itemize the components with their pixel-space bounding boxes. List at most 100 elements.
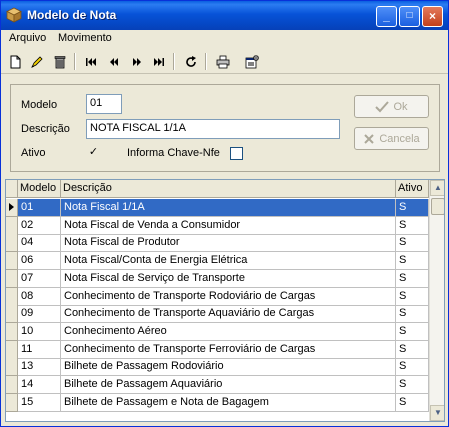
scroll-down-button[interactable]: ▼ bbox=[430, 405, 444, 421]
vertical-scrollbar[interactable]: ▲ ▼ bbox=[429, 180, 444, 421]
cell-descricao[interactable]: Nota Fiscal de Venda a Consumidor bbox=[61, 216, 396, 235]
cell-modelo[interactable]: 10 bbox=[18, 322, 61, 341]
cell-modelo[interactable]: 14 bbox=[18, 376, 61, 394]
descricao-input[interactable]: NOTA FISCAL 1/1A bbox=[86, 119, 340, 139]
table-row[interactable]: 07 Nota Fiscal de Serviço de Transporte S bbox=[6, 269, 429, 288]
cell-modelo[interactable]: 02 bbox=[18, 216, 61, 235]
cell-descricao[interactable]: Nota Fiscal de Produtor bbox=[61, 234, 396, 253]
cell-ativo[interactable]: S bbox=[396, 376, 429, 394]
cell-descricao[interactable]: Nota Fiscal de Serviço de Transporte bbox=[61, 269, 396, 288]
ativo-checkbox[interactable]: ✓ bbox=[87, 147, 100, 160]
row-indicator bbox=[6, 234, 18, 253]
table-row[interactable]: 08 Conhecimento de Transporte Rodoviário … bbox=[6, 287, 429, 306]
cell-modelo[interactable]: 01 bbox=[18, 199, 61, 217]
cell-descricao[interactable]: Conhecimento Aéreo bbox=[61, 322, 396, 341]
properties-button[interactable] bbox=[242, 52, 261, 71]
ok-button[interactable]: Ok bbox=[354, 95, 429, 118]
properties-icon bbox=[245, 54, 259, 68]
maximize-button[interactable]: □ bbox=[399, 6, 420, 27]
cell-descricao[interactable]: Nota Fiscal/Conta de Energia Elétrica bbox=[61, 252, 396, 271]
table-row[interactable]: 09 Conhecimento de Transporte Aquaviário … bbox=[6, 305, 429, 324]
check-icon bbox=[375, 100, 390, 112]
cell-modelo[interactable]: 11 bbox=[18, 340, 61, 359]
cancela-button[interactable]: Cancela bbox=[354, 127, 429, 150]
column-header-ativo[interactable]: Ativo bbox=[396, 180, 429, 198]
cell-ativo[interactable]: S bbox=[396, 269, 429, 288]
cell-modelo[interactable]: 07 bbox=[18, 269, 61, 288]
column-header-descricao[interactable]: Descrição bbox=[61, 180, 396, 198]
new-button[interactable] bbox=[5, 52, 24, 71]
refresh-button[interactable] bbox=[181, 52, 200, 71]
table-row[interactable]: 06 Nota Fiscal/Conta de Energia Elétrica S bbox=[6, 252, 429, 271]
last-record-button[interactable] bbox=[149, 52, 168, 71]
modelo-input[interactable]: 01 bbox=[86, 94, 122, 114]
ativo-label: Ativo bbox=[21, 147, 46, 159]
cell-modelo[interactable]: 13 bbox=[18, 358, 61, 377]
cell-descricao[interactable]: Nota Fiscal 1/1A bbox=[61, 199, 396, 217]
table-row[interactable]: 11 Conhecimento de Transporte Ferroviário… bbox=[6, 340, 429, 359]
cell-ativo[interactable]: S bbox=[396, 234, 429, 253]
arrow-up-icon: ▲ bbox=[434, 183, 442, 192]
edit-button[interactable] bbox=[27, 52, 46, 71]
cell-ativo[interactable]: S bbox=[396, 252, 429, 271]
cell-modelo[interactable]: 08 bbox=[18, 287, 61, 306]
scroll-up-button[interactable]: ▲ bbox=[430, 180, 444, 196]
menu-arquivo[interactable]: Arquivo bbox=[9, 32, 46, 44]
cell-ativo[interactable]: S bbox=[396, 216, 429, 235]
cell-descricao[interactable]: Conhecimento de Transporte Ferroviário d… bbox=[61, 340, 396, 359]
cell-ativo[interactable]: S bbox=[396, 199, 429, 217]
toolbar-separator bbox=[173, 53, 175, 70]
current-row-arrow-icon bbox=[9, 203, 14, 211]
row-indicator bbox=[6, 252, 18, 271]
grid-header-corner bbox=[6, 180, 18, 198]
scroll-thumb[interactable] bbox=[431, 198, 444, 215]
table-row[interactable]: 04 Nota Fiscal de Produtor S bbox=[6, 234, 429, 253]
cell-descricao[interactable]: Bilhete de Passagem Aquaviário bbox=[61, 376, 396, 394]
print-button[interactable] bbox=[213, 52, 232, 71]
window-title: Modelo de Nota bbox=[27, 8, 117, 22]
cell-ativo[interactable]: S bbox=[396, 393, 429, 412]
package-icon bbox=[6, 7, 22, 23]
records-grid[interactable]: Modelo Descrição Ativo 01 Nota Fiscal 1/1… bbox=[5, 179, 445, 422]
cell-descricao[interactable]: Bilhete de Passagem Rodoviário bbox=[61, 358, 396, 377]
cell-descricao[interactable]: Conhecimento de Transporte Rodoviário de… bbox=[61, 287, 396, 306]
row-indicator bbox=[6, 322, 18, 341]
previous-record-button[interactable] bbox=[104, 52, 123, 71]
maximize-icon: □ bbox=[406, 10, 413, 21]
minimize-icon: _ bbox=[383, 9, 390, 23]
table-row[interactable]: 02 Nota Fiscal de Venda a Consumidor S bbox=[6, 216, 429, 235]
cell-ativo[interactable]: S bbox=[396, 305, 429, 324]
minimize-button[interactable]: _ bbox=[376, 6, 397, 27]
cell-modelo[interactable]: 09 bbox=[18, 305, 61, 324]
next-icon bbox=[132, 57, 141, 66]
next-record-button[interactable] bbox=[127, 52, 146, 71]
informa-chave-nfe-checkbox[interactable] bbox=[230, 147, 243, 160]
cell-modelo[interactable]: 15 bbox=[18, 393, 61, 412]
toolbar-separator bbox=[74, 53, 76, 70]
menu-movimento[interactable]: Movimento bbox=[58, 32, 112, 44]
table-row[interactable]: 14 Bilhete de Passagem Aquaviário S bbox=[6, 376, 429, 394]
table-row[interactable]: 15 Bilhete de Passagem e Nota de Bagagem S bbox=[6, 393, 429, 412]
last-icon bbox=[153, 57, 164, 66]
menu-bar: Arquivo Movimento bbox=[1, 30, 448, 48]
cell-ativo[interactable]: S bbox=[396, 287, 429, 306]
delete-button[interactable] bbox=[50, 52, 69, 71]
grid-header: Modelo Descrição Ativo bbox=[6, 180, 429, 198]
cell-ativo[interactable]: S bbox=[396, 340, 429, 359]
cell-descricao[interactable]: Conhecimento de Transporte Aquaviário de… bbox=[61, 305, 396, 324]
cell-modelo[interactable]: 04 bbox=[18, 234, 61, 253]
table-row[interactable]: 01 Nota Fiscal 1/1A S bbox=[6, 199, 429, 217]
title-bar[interactable]: Modelo de Nota _ □ × bbox=[1, 1, 448, 30]
cell-descricao[interactable]: Bilhete de Passagem e Nota de Bagagem bbox=[61, 393, 396, 412]
cell-ativo[interactable]: S bbox=[396, 322, 429, 341]
table-row[interactable]: 13 Bilhete de Passagem Rodoviário S bbox=[6, 358, 429, 377]
cancela-button-label: Cancela bbox=[379, 132, 420, 145]
refresh-icon bbox=[185, 55, 196, 67]
first-record-button[interactable] bbox=[81, 52, 100, 71]
close-button[interactable]: × bbox=[422, 6, 443, 27]
form-panel: Modelo 01 Descrição NOTA FISCAL 1/1A Ati… bbox=[10, 84, 440, 172]
cell-ativo[interactable]: S bbox=[396, 358, 429, 377]
cell-modelo[interactable]: 06 bbox=[18, 252, 61, 271]
column-header-modelo[interactable]: Modelo bbox=[18, 180, 61, 198]
table-row[interactable]: 10 Conhecimento Aéreo S bbox=[6, 322, 429, 341]
